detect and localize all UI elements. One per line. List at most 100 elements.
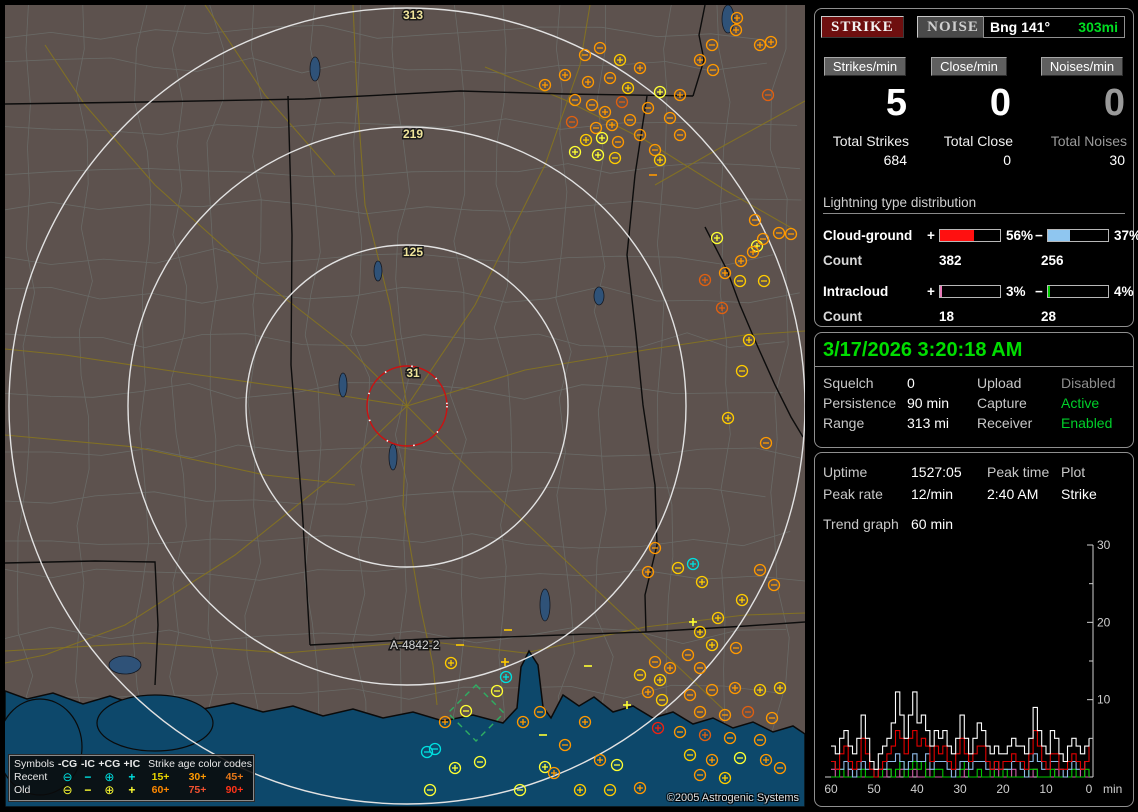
station-label: A-4842-2	[390, 638, 440, 652]
plot-type-value: Strike	[1061, 486, 1097, 502]
persistence-value: 90 min	[907, 395, 950, 411]
lightning-map[interactable]: 31 125 219 313 A-4842-2 Symbols -CG -IC +CG …	[5, 5, 805, 807]
squelch-label: Squelch	[823, 375, 874, 391]
cg-plus-pct: 56%	[1006, 227, 1034, 243]
trend-graph-row: Trend graph 60 min	[815, 513, 1133, 535]
peak-time-value: 2:40 AM	[987, 486, 1039, 502]
upload-value: Disabled	[1061, 375, 1116, 391]
intracloud-label: Intracloud	[823, 283, 889, 299]
uptime-label: Uptime	[823, 464, 868, 480]
range-value: 313 mi	[907, 415, 950, 431]
cg-minus-count: 256	[1041, 252, 1064, 268]
squelch-value: 0	[907, 375, 915, 391]
map-canvas[interactable]: 31 125 219 313 A-4842-2	[5, 5, 805, 807]
legend-symbols-title: Symbols	[14, 758, 55, 770]
datetime-display: 3/17/2026 3:20:18 AM	[815, 333, 1133, 367]
map-symbol-legend: Symbols -CG -IC +CG +IC Strike age color…	[8, 754, 255, 802]
cloud-ground-row: Cloud-ground + 56% − 37%	[823, 222, 1138, 248]
status-row: Squelch 0 Upload Disabled	[815, 373, 1133, 393]
ic-minus-bar	[1047, 284, 1109, 298]
range-label: Range	[823, 415, 865, 431]
cg-minus-bar	[1047, 228, 1109, 242]
trend-graph: 10 20 30 60 50 40 30 20 10 0 min	[824, 539, 1122, 796]
legend-age-title: Strike age color codes	[148, 758, 252, 770]
age-code: 90+	[225, 784, 244, 796]
age-code: 30+	[188, 771, 207, 783]
bearing-distance: 303mi	[1078, 19, 1118, 35]
plus-sign: +	[927, 283, 935, 299]
distribution-title: Lightning type distribution	[823, 195, 1125, 214]
x-tick-label: 0	[1086, 782, 1093, 796]
ic-plus-bar	[939, 284, 1001, 298]
count-label: Count	[823, 252, 862, 268]
bearing-value: Bng 141°	[990, 19, 1051, 35]
range-ring-label: 313	[403, 8, 423, 22]
ic-pos-symbol: +	[128, 783, 136, 797]
total-close-value: 0	[1003, 152, 1011, 168]
total-noises-label: Total Noises	[1050, 133, 1127, 149]
y-tick-label: 10	[1097, 693, 1111, 707]
peak-time-label: Peak time	[987, 464, 1050, 480]
peak-rate-row: Peak rate 12/min 2:40 AM Strike	[815, 483, 1133, 505]
upload-label: Upload	[977, 375, 1022, 391]
noises-per-min-value: 0	[1103, 82, 1125, 124]
app-window: 31 125 219 313 A-4842-2 Symbols -CG -IC +CG …	[0, 0, 1138, 812]
total-strikes-label: Total Strikes	[832, 133, 909, 149]
map-copyright: ©2005 Astrogenic Systems	[666, 792, 799, 804]
ic-minus-pct: 4%	[1114, 283, 1134, 299]
x-axis-unit: min	[1103, 782, 1122, 796]
ic-plus-pct: 3%	[1006, 283, 1026, 299]
strikes-per-min-value: 5	[885, 82, 907, 124]
status-row: Persistence 90 min Capture Active	[815, 393, 1133, 413]
x-tick-label: 40	[910, 782, 924, 796]
age-code: 15+	[151, 771, 170, 783]
receiver-value: Enabled	[1061, 415, 1113, 431]
x-tick-label: 60	[824, 782, 838, 796]
y-tick-label: 30	[1097, 539, 1111, 552]
uptime-row: Uptime 1527:05 Peak time Plot	[815, 461, 1133, 483]
system-status-box: 3/17/2026 3:20:18 AM Squelch 0 Upload Di…	[814, 332, 1134, 448]
plus-sign: +	[927, 227, 935, 243]
noise-toggle-button[interactable]: NOISE	[917, 16, 989, 38]
cg-plus-bar	[939, 228, 1001, 242]
x-tick-label: 20	[996, 782, 1010, 796]
uptime-value: 1527:05	[911, 464, 962, 480]
cg-neg-symbol: ⊖	[62, 783, 73, 797]
age-code: 60+	[151, 784, 170, 796]
peak-rate-value: 12/min	[911, 486, 954, 502]
strike-toggle-button[interactable]: STRIKE	[821, 16, 904, 38]
bearing-display: Bng 141° 303mi	[983, 16, 1125, 38]
minus-sign: −	[1035, 283, 1043, 299]
legend-row-label: Old	[14, 784, 31, 796]
count-label: Count	[823, 308, 862, 324]
intracloud-row: Intracloud + 3% − 4%	[823, 278, 1134, 304]
intracloud-count-row: Count 18 28	[823, 304, 1125, 328]
age-code: 75+	[188, 784, 207, 796]
cg-minus-pct: 37%	[1114, 227, 1138, 243]
cloud-ground-label: Cloud-ground	[823, 227, 913, 243]
status-row: Range 313 mi Receiver Enabled	[815, 413, 1133, 433]
strike-stats-box: STRIKE NOISE Bng 141° 303mi Strikes/min …	[814, 8, 1138, 327]
close-per-min-header: Close/min	[931, 57, 1007, 76]
x-tick-label: 30	[953, 782, 967, 796]
plot-label: Plot	[1061, 464, 1086, 480]
trend-graph-label: Trend graph	[823, 516, 899, 532]
ic-plus-count: 18	[939, 308, 955, 324]
total-strikes-value: 684	[883, 152, 907, 168]
lightning-type-distribution: Lightning type distribution Cloud-ground…	[823, 195, 1138, 334]
trend-window-value: 60 min	[911, 516, 954, 532]
minus-sign: −	[1035, 227, 1043, 243]
range-ring-label: 125	[403, 245, 423, 259]
total-noises-value: 30	[1109, 152, 1125, 168]
noises-per-min-header: Noises/min	[1040, 57, 1124, 76]
trend-box: Uptime 1527:05 Peak time Plot Peak rate …	[814, 452, 1134, 807]
ic-neg-symbol: −	[84, 783, 92, 797]
range-ring-label: 31	[406, 366, 420, 380]
persistence-label: Persistence	[823, 395, 897, 411]
x-tick-label: 50	[867, 782, 881, 796]
close-per-min-value: 0	[989, 82, 1011, 124]
y-tick-label: 20	[1097, 615, 1111, 629]
range-ring-label: 219	[403, 127, 423, 141]
capture-label: Capture	[977, 395, 1027, 411]
cloud-ground-count-row: Count 382 256	[823, 248, 1125, 272]
